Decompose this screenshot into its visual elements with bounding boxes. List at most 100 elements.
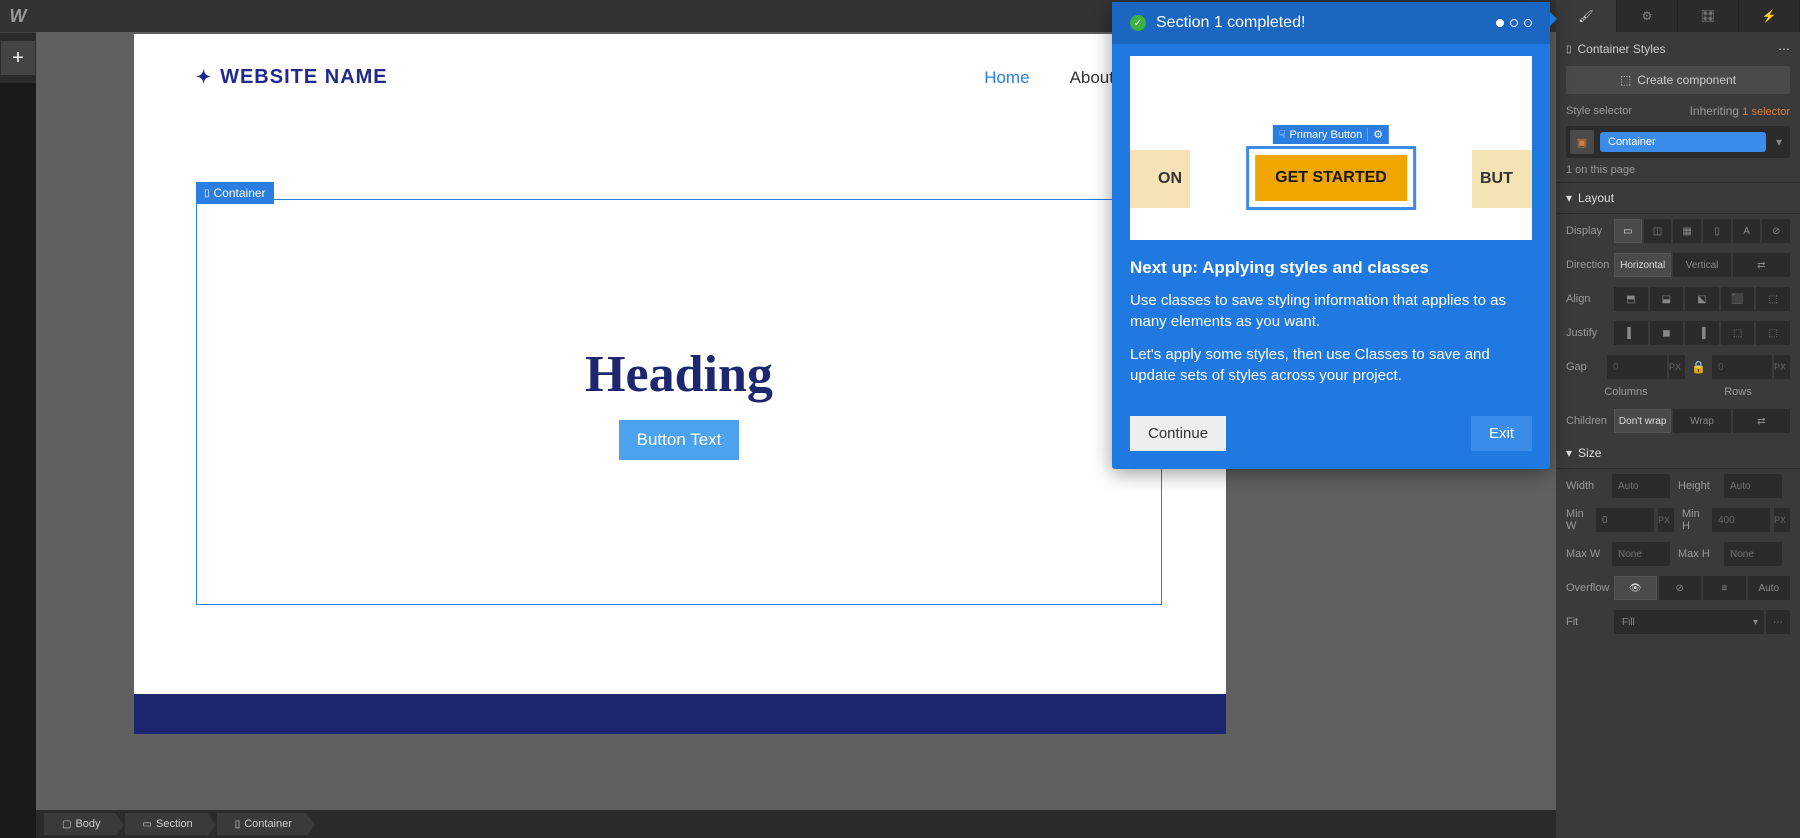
nav-about[interactable]: About [1070,68,1114,88]
gap-label: Gap [1566,361,1601,373]
breadcrumb-body[interactable]: ▢Body [44,813,115,835]
direction-reverse[interactable]: ⇄ [1733,253,1790,277]
add-element-button[interactable]: + [1,41,35,75]
overflow-label: Overflow [1566,582,1614,594]
minh-label: Min H [1682,508,1704,532]
display-none[interactable]: ⊘ [1762,219,1790,243]
size-section-header[interactable]: ▾ Size [1556,438,1800,469]
display-inline-block[interactable]: ▯ [1703,219,1731,243]
page-button[interactable]: Button Text [619,420,740,460]
site-brand: ✦ WEBSITE NAME [196,66,388,89]
justify-end[interactable]: ▐ [1685,321,1719,345]
body-icon: ▢ [62,819,71,830]
class-selector[interactable]: ▣ Container ▾ [1566,126,1790,158]
align-label: Align [1566,293,1614,305]
direction-label: Direction [1566,259,1614,271]
instance-count: 1 on this page [1566,164,1790,176]
more-icon[interactable]: ⋯ [1778,42,1790,56]
display-grid[interactable]: ▦ [1673,219,1701,243]
children-nowrap[interactable]: Don't wrap [1614,409,1671,433]
display-flex[interactable]: ◫ [1644,219,1672,243]
rows-label: Rows [1724,386,1752,398]
justify-between[interactable]: ⬚ [1721,321,1755,345]
align-stretch[interactable]: ⬛ [1721,287,1755,311]
left-rail: + [0,32,36,83]
layout-section-header[interactable]: ▾ Layout [1556,183,1800,214]
lock-icon[interactable]: 🔒 [1691,360,1706,374]
selected-container[interactable]: Heading Button Text [196,199,1162,605]
tutorial-preview: ON ☟ Primary Button ⚙ GET STARTED BUT [1130,56,1532,240]
justify-around[interactable]: ⬚ [1756,321,1790,345]
chevron-down-icon: ▾ [1753,617,1758,628]
container-icon: ▯ [1566,44,1572,55]
gap-col-input[interactable] [1607,355,1667,379]
breadcrumb-section[interactable]: ▭Section [125,813,207,835]
breadcrumb: ▢Body ▭Section ▯Container [36,810,1556,838]
tab-effects[interactable]: ⚡ [1739,0,1800,32]
justify-center[interactable]: ◼ [1650,321,1684,345]
children-label: Children [1566,415,1614,427]
maxw-label: Max W [1566,548,1604,560]
preview-selection-tag: ☟ Primary Button ⚙ [1273,125,1389,144]
height-label: Height [1678,480,1716,492]
minw-label: Min W [1566,508,1588,532]
children-wrap[interactable]: Wrap [1673,409,1730,433]
maxw-input[interactable] [1612,542,1670,566]
tab-settings[interactable]: ⚙ [1617,0,1678,32]
fit-select[interactable]: Fill▾ [1614,610,1764,634]
overflow-auto[interactable]: Auto [1748,576,1791,600]
create-component-button[interactable]: ⬚ Create component [1566,66,1790,94]
bolt-icon: ⚡ [1762,9,1777,23]
align-end[interactable]: ⬕ [1685,287,1719,311]
tab-style[interactable]: 🖌 [1556,0,1617,32]
children-reverse[interactable]: ⇄ [1733,409,1790,433]
maxh-input[interactable] [1724,542,1782,566]
direction-horizontal[interactable]: Horizontal [1614,253,1671,277]
component-icon: ⬚ [1620,73,1631,87]
height-input[interactable] [1724,474,1782,498]
justify-start[interactable]: ▌ [1614,321,1648,345]
style-panel: 🖌 ⚙ 🎛 ⚡ ▯Container Styles ⋯ ⬚ Create com… [1556,0,1800,838]
webflow-logo[interactable]: W [0,0,36,32]
container-selection-tag[interactable]: ▯ Container [196,182,274,204]
minw-input[interactable] [1596,508,1654,532]
inheriting-info[interactable]: Inheriting 1 selector [1690,104,1790,118]
align-center[interactable]: ⬓ [1650,287,1684,311]
display-label: Display [1566,225,1614,237]
breadcrumb-container[interactable]: ▯Container [217,813,306,835]
align-baseline[interactable]: ⬚ [1756,287,1790,311]
check-icon: ✓ [1130,15,1146,31]
tutorial-text-1: Use classes to save styling information … [1130,290,1532,332]
tab-interactions[interactable]: 🎛 [1678,0,1739,32]
page-preview[interactable]: ✦ WEBSITE NAME Home About ▯ Container He… [134,34,1226,734]
overflow-visible[interactable]: 👁 [1614,576,1657,600]
breakpoint-icon[interactable]: ▣ [1570,130,1594,154]
container-icon: ▯ [204,188,210,199]
align-start[interactable]: ⬒ [1614,287,1648,311]
dot-1 [1496,19,1504,27]
minh-input[interactable] [1712,508,1770,532]
chevron-down-icon: ▾ [1566,446,1572,460]
fit-more[interactable]: ⋯ [1766,610,1790,634]
display-inline[interactable]: A [1733,219,1761,243]
display-block[interactable]: ▭ [1614,219,1642,243]
class-chip[interactable]: Container [1600,132,1766,152]
width-input[interactable] [1612,474,1670,498]
continue-button[interactable]: Continue [1130,416,1226,451]
chevron-down-icon[interactable]: ▾ [1772,135,1786,149]
preview-left-button: ON [1130,150,1190,208]
footer-strip [134,694,1226,734]
gear-icon: ⚙ [1642,9,1653,23]
direction-vertical[interactable]: Vertical [1673,253,1730,277]
page-heading[interactable]: Heading [585,345,773,404]
justify-label: Justify [1566,327,1614,339]
overflow-scroll[interactable]: ≡ [1703,576,1746,600]
section-icon: ▭ [143,819,152,830]
preview-selected-outline: GET STARTED [1246,146,1416,210]
site-name: WEBSITE NAME [220,66,388,89]
overflow-hidden[interactable]: ⊘ [1659,576,1702,600]
gap-row-input[interactable] [1712,355,1772,379]
exit-button[interactable]: Exit [1471,416,1532,451]
columns-label: Columns [1604,386,1647,398]
nav-home[interactable]: Home [984,68,1029,88]
